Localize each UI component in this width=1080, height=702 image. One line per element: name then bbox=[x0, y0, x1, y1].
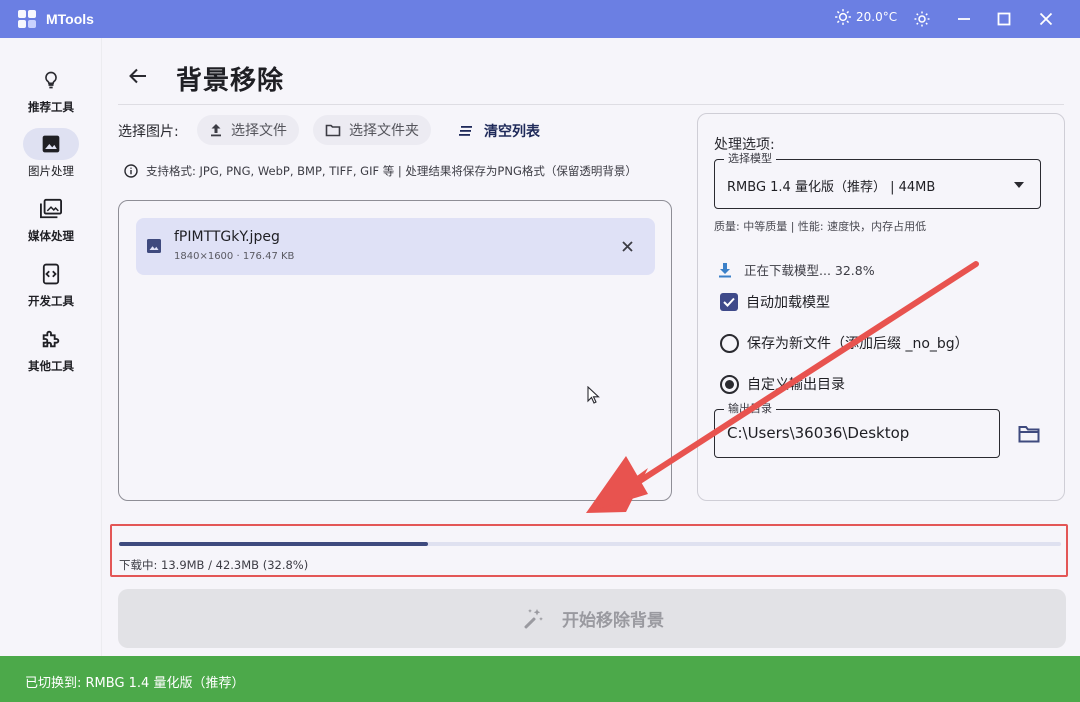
model-select[interactable]: 选择模型 RMBG 1.4 量化版（推荐） | 44MB bbox=[714, 152, 1041, 209]
format-info-text: 支持格式: JPG, PNG, WebP, BMP, TIFF, GIF 等 |… bbox=[146, 164, 637, 178]
download-icon bbox=[719, 262, 731, 277]
sidebar-item-other-tools[interactable]: 其他工具 bbox=[0, 323, 102, 383]
select-images-label: 选择图片: bbox=[118, 124, 179, 140]
weather-temperature: 20.0°C bbox=[856, 10, 898, 24]
download-status-text: 正在下载模型... 32.8% bbox=[744, 263, 875, 278]
minimize-button[interactable] bbox=[952, 7, 976, 31]
model-select-label: 选择模型 bbox=[724, 152, 776, 166]
radio-unchecked-icon bbox=[720, 333, 739, 353]
magic-wand-icon bbox=[524, 608, 543, 629]
upload-icon bbox=[211, 124, 221, 137]
sidebar-item-media[interactable]: 媒体处理 bbox=[0, 193, 102, 253]
sidebar-item-label: 图片处理 bbox=[28, 164, 74, 178]
start-button-label: 开始移除背景 bbox=[562, 611, 664, 631]
file-meta: 1840×1600 · 176.47 KB bbox=[174, 251, 295, 262]
sidebar: 推荐工具 图片处理 媒体处理 开发工具 其他工具 bbox=[0, 38, 102, 656]
puzzle-icon bbox=[42, 330, 60, 348]
clear-all-icon bbox=[459, 126, 472, 136]
mouse-cursor-icon bbox=[587, 386, 600, 404]
output-dir-value: C:\Users\36036\Desktop bbox=[727, 424, 910, 442]
sidebar-item-dev-tools[interactable]: 开发工具 bbox=[0, 258, 102, 318]
sidebar-item-label: 开发工具 bbox=[28, 294, 74, 308]
model-select-value: RMBG 1.4 量化版（推荐） | 44MB bbox=[727, 180, 936, 195]
progress-bar bbox=[119, 542, 1061, 546]
folder-icon bbox=[1018, 426, 1040, 443]
clear-list-button[interactable]: 清空列表 bbox=[458, 121, 540, 141]
maximize-icon bbox=[997, 12, 1011, 26]
code-icon bbox=[42, 263, 60, 285]
sun-icon bbox=[835, 9, 851, 25]
media-library-icon bbox=[40, 198, 62, 219]
brightness-icon bbox=[914, 11, 930, 27]
options-title: 处理选项: bbox=[714, 137, 775, 153]
auto-load-label: 自动加载模型 bbox=[746, 295, 830, 311]
select-folder-label: 选择文件夹 bbox=[349, 123, 419, 139]
browse-folder-button[interactable] bbox=[1016, 422, 1042, 446]
output-dir-label: 输出目录 bbox=[724, 402, 776, 416]
sidebar-item-label: 推荐工具 bbox=[28, 100, 74, 114]
close-icon bbox=[621, 240, 633, 252]
auto-load-checkbox[interactable]: 自动加载模型 bbox=[720, 292, 830, 312]
close-window-button[interactable] bbox=[1034, 7, 1058, 31]
start-remove-background-button[interactable]: 开始移除背景 bbox=[118, 589, 1066, 648]
options-panel: 处理选项: 选择模型 RMBG 1.4 量化版（推荐） | 44MB 质量: 中… bbox=[697, 113, 1065, 501]
select-file-button[interactable]: 选择文件 bbox=[197, 115, 299, 145]
sidebar-item-label: 其他工具 bbox=[28, 359, 74, 373]
app-title: MTools bbox=[46, 11, 94, 27]
maximize-button[interactable] bbox=[992, 7, 1016, 31]
file-list-panel: fPIMTTGkY.jpeg 1840×1600 · 176.47 KB bbox=[118, 200, 672, 501]
status-bar-text: 已切换到: RMBG 1.4 量化版（推荐） bbox=[25, 676, 245, 691]
header-divider bbox=[118, 104, 1064, 105]
clear-list-label: 清空列表 bbox=[484, 124, 540, 140]
download-progress-highlight: 下载中: 13.9MB / 42.3MB (32.8%) bbox=[110, 524, 1068, 577]
image-file-icon bbox=[147, 239, 161, 253]
list-item[interactable]: fPIMTTGkY.jpeg 1840×1600 · 176.47 KB bbox=[136, 218, 655, 275]
weather-widget[interactable]: 20.0°C bbox=[834, 8, 897, 26]
file-name: fPIMTTGkY.jpeg bbox=[174, 229, 280, 245]
dropdown-arrow-icon bbox=[1014, 182, 1024, 188]
checkbox-checked-icon bbox=[720, 293, 738, 311]
lightbulb-icon bbox=[45, 71, 57, 89]
sidebar-item-image-processing[interactable]: 图片处理 bbox=[0, 128, 102, 188]
custom-output-dir-radio[interactable]: 自定义输出目录 bbox=[720, 374, 845, 394]
sidebar-item-recommended[interactable]: 推荐工具 bbox=[0, 64, 102, 124]
select-file-label: 选择文件 bbox=[231, 123, 287, 139]
save-new-file-label: 保存为新文件（添加后缀 _no_bg） bbox=[747, 336, 969, 352]
radio-checked-icon bbox=[720, 374, 739, 394]
theme-toggle-button[interactable] bbox=[910, 7, 934, 31]
progress-fill bbox=[119, 542, 428, 546]
image-icon bbox=[42, 135, 60, 153]
folder-icon bbox=[325, 124, 341, 137]
remove-file-button[interactable] bbox=[617, 236, 637, 256]
arrow-left-icon bbox=[129, 68, 146, 84]
sidebar-item-label: 媒体处理 bbox=[28, 229, 74, 243]
format-info: 支持格式: JPG, PNG, WebP, BMP, TIFF, GIF 等 |… bbox=[124, 163, 637, 179]
minimize-icon bbox=[958, 18, 970, 20]
download-status: 正在下载模型... 32.8% bbox=[718, 260, 875, 279]
progress-text: 下载中: 13.9MB / 42.3MB (32.8%) bbox=[119, 558, 309, 572]
model-quality-info: 质量: 中等质量 | 性能: 速度快，内存占用低 bbox=[714, 220, 927, 233]
info-icon bbox=[124, 164, 138, 178]
app-logo-icon bbox=[18, 10, 36, 28]
title-bar: MTools 20.0°C bbox=[0, 0, 1080, 38]
page-title: 背景移除 bbox=[176, 66, 285, 96]
back-button[interactable] bbox=[124, 62, 152, 90]
select-folder-button[interactable]: 选择文件夹 bbox=[313, 115, 431, 145]
output-dir-field[interactable]: 输出目录 C:\Users\36036\Desktop bbox=[714, 402, 1000, 458]
close-icon bbox=[1039, 12, 1053, 26]
save-new-file-radio[interactable]: 保存为新文件（添加后缀 _no_bg） bbox=[720, 333, 969, 353]
custom-output-dir-label: 自定义输出目录 bbox=[747, 377, 845, 393]
status-bar: 已切换到: RMBG 1.4 量化版（推荐） bbox=[0, 656, 1080, 702]
